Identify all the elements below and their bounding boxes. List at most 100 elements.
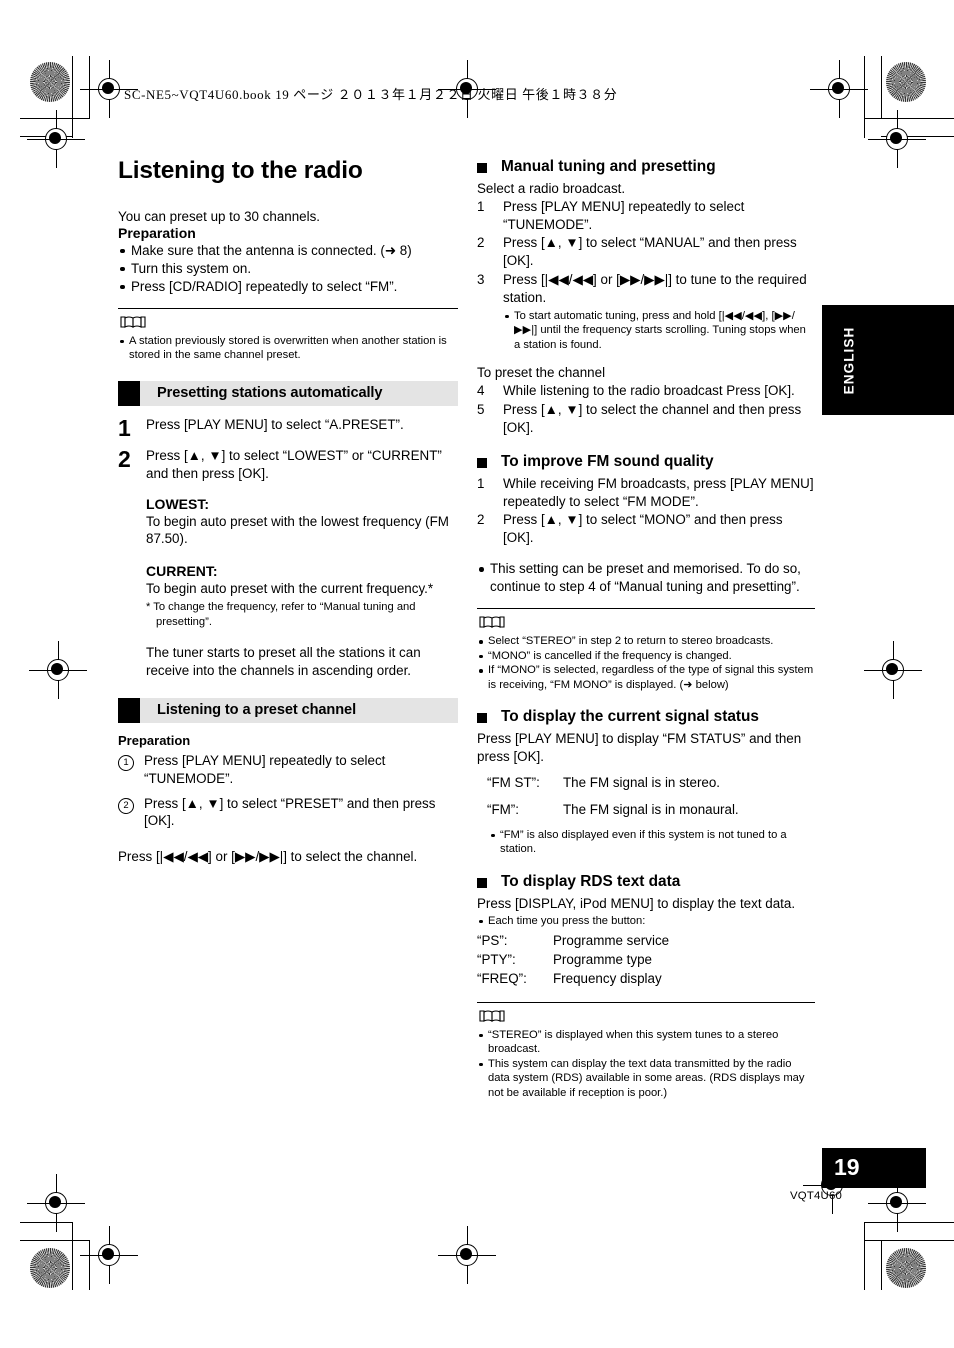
crop-mark bbox=[20, 1222, 73, 1223]
preparation-heading-2: Preparation bbox=[118, 732, 191, 748]
color-registration-starburst-top-left bbox=[30, 62, 70, 102]
note-book-icon bbox=[120, 316, 146, 328]
heading-text: To display RDS text data bbox=[501, 872, 681, 890]
crop-mark bbox=[864, 118, 954, 119]
preparation-list: Make sure that the antenna is connected.… bbox=[118, 242, 458, 296]
step-number: 1 bbox=[477, 198, 485, 214]
step-2: 2 Press [▲, ▼] to select “LOWEST” or “CU… bbox=[118, 447, 458, 484]
step-text: Press [PLAY MENU] to select “A.PRESET”. bbox=[146, 416, 404, 432]
note-list-1: A station previously stored is overwritt… bbox=[118, 334, 458, 363]
step-text: Press [▲, ▼] to select the channel and t… bbox=[503, 402, 802, 435]
crop-mark bbox=[864, 1240, 954, 1241]
definition-value: The FM signal is in stereo. bbox=[563, 774, 721, 790]
current-text: To begin auto preset with the current fr… bbox=[146, 581, 434, 597]
step-text: Press [▲, ▼] to select “MONO” and then p… bbox=[503, 512, 783, 546]
step-text: While receiving FM broadcasts, press [PL… bbox=[503, 475, 814, 509]
current-footnote: * To change the frequency, refer to “Man… bbox=[146, 601, 416, 628]
heading-improve-fm: To improve FM sound quality bbox=[477, 453, 815, 471]
preset-mode-definitions: LOWEST: To begin auto preset with the lo… bbox=[118, 496, 458, 680]
definition-row: “FREQ”: Frequency display bbox=[477, 970, 815, 988]
color-registration-starburst-bottom-left bbox=[30, 1248, 70, 1288]
lowest-text: To begin auto preset with the lowest fre… bbox=[146, 513, 449, 547]
divider bbox=[477, 1001, 815, 1003]
list-item: “STEREO” is displayed when this system t… bbox=[477, 1028, 815, 1057]
section-title: Listening to a preset channel bbox=[157, 702, 357, 719]
registration-mark-bottom-left bbox=[27, 1174, 85, 1232]
manual-step-3: 3 Press [|◀◀/◀◀] or [▶▶/▶▶|] to tune to … bbox=[477, 271, 815, 307]
manual-step3-notes: To start automatic tuning, press and hol… bbox=[503, 309, 815, 353]
list-item: “MONO” is cancelled if the frequency is … bbox=[477, 649, 815, 664]
current-label: CURRENT: bbox=[146, 563, 218, 580]
note-book-icon bbox=[479, 616, 505, 628]
page-number: 19 bbox=[834, 1154, 860, 1180]
crop-mark bbox=[864, 56, 865, 138]
step-text: Press [▲, ▼] to select “LOWEST” or “CURR… bbox=[146, 447, 442, 482]
registration-mark-top-left bbox=[27, 110, 85, 168]
crop-mark bbox=[20, 1240, 90, 1241]
definition-row: “PTY”: Programme type bbox=[477, 951, 815, 969]
crop-mark bbox=[881, 1240, 882, 1290]
step-text: Press [PLAY MENU] repeatedly to select “… bbox=[503, 198, 745, 232]
heading-text: Manual tuning and presetting bbox=[501, 158, 716, 175]
registration-mark-mid-right bbox=[864, 641, 922, 699]
definition-value: The FM signal is in monaural. bbox=[563, 801, 739, 817]
definition-value: Programme type bbox=[553, 951, 652, 967]
registration-mark-footer-center bbox=[438, 1226, 496, 1284]
crop-mark bbox=[864, 1222, 954, 1223]
list-item: Turn this system on. bbox=[118, 260, 458, 278]
crop-mark bbox=[89, 56, 90, 119]
step-number: 4 bbox=[477, 383, 485, 399]
list-item: This setting can be preset and memorised… bbox=[477, 560, 815, 596]
language-tab-label: ENGLISH bbox=[841, 326, 857, 395]
step-text: Press [▲, ▼] to select “PRESET” and then… bbox=[144, 795, 436, 829]
definition-key: “PS”: bbox=[477, 933, 508, 949]
page-title: Listening to the radio bbox=[118, 157, 363, 184]
step-number: 1 bbox=[477, 475, 485, 491]
signal-status-lead: Press [PLAY MENU] to display “FM STATUS”… bbox=[477, 731, 802, 765]
fm-quality-note-list: Select “STEREO” in step 2 to return to s… bbox=[477, 634, 815, 692]
step-text: Press [▲, ▼] to select “MANUAL” and then… bbox=[503, 235, 797, 269]
definition-key: “PTY”: bbox=[477, 951, 516, 967]
definition-row: “PS”: Programme service bbox=[477, 932, 815, 950]
fm-step-2: 2 Press [▲, ▼] to select “MONO” and then… bbox=[477, 511, 815, 547]
heading-text: To display the current signal status bbox=[501, 708, 759, 726]
registration-mark-header-left bbox=[80, 60, 138, 118]
step-text: While listening to the radio broadcast P… bbox=[503, 383, 795, 399]
registration-mark-mid-left bbox=[29, 641, 87, 699]
definition-value: Programme service bbox=[553, 933, 670, 949]
step-number: 1 bbox=[118, 752, 144, 788]
manual-step-2: 2 Press [▲, ▼] to select “MANUAL” and th… bbox=[477, 234, 815, 270]
definition-row: “FM”: The FM signal is in monaural. bbox=[477, 801, 815, 819]
list-item: Each time you press the button: bbox=[477, 914, 815, 929]
circled-step-2: 2 Press [▲, ▼] to select “PRESET” and th… bbox=[118, 795, 458, 831]
crop-mark bbox=[20, 118, 90, 119]
divider bbox=[118, 307, 458, 309]
manual-step-1: 1 Press [PLAY MENU] repeatedly to select… bbox=[477, 198, 815, 234]
crop-mark bbox=[881, 56, 882, 119]
list-item: Select “STEREO” in step 2 to return to s… bbox=[477, 634, 815, 649]
language-tab: ENGLISH bbox=[822, 305, 954, 415]
manual-step-5: 5 Press [▲, ▼] to select the channel and… bbox=[477, 401, 815, 437]
list-item: This system can display the text data tr… bbox=[477, 1057, 815, 1101]
list-item: Press [CD/RADIO] repeatedly to select “F… bbox=[118, 278, 458, 296]
book-file-header: SC-NE5~VQT4U60.book 19 ページ ２０１３年１月２２日 火曜… bbox=[124, 87, 618, 102]
preset-channel-lead: To preset the channel bbox=[477, 365, 606, 381]
circled-step-1: 1 Press [PLAY MENU] repeatedly to select… bbox=[118, 752, 458, 788]
step-text: Press [|◀◀/◀◀] or [▶▶/▶▶|] to tune to th… bbox=[503, 272, 807, 305]
step-number: 3 bbox=[477, 272, 485, 288]
definition-key: “FM ST”: bbox=[487, 774, 540, 790]
heading-manual-tuning: Manual tuning and presetting bbox=[477, 158, 815, 176]
heading-text: To improve FM sound quality bbox=[501, 452, 714, 470]
list-item: “FM” is also displayed even if this syst… bbox=[489, 828, 815, 857]
section2-closing: Press [|◀◀/◀◀] or [▶▶/▶▶|] to select the… bbox=[118, 849, 418, 865]
section1-closing: The tuner starts to preset all the stati… bbox=[146, 645, 421, 679]
step-1: 1 Press [PLAY MENU] to select “A.PRESET”… bbox=[118, 416, 458, 440]
rds-bullets: Each time you press the button: bbox=[477, 914, 815, 929]
definition-key: “FM”: bbox=[487, 801, 519, 817]
step-number: 2 bbox=[477, 235, 485, 251]
intro-text: You can preset up to 30 channels. bbox=[118, 208, 321, 224]
definition-value: Frequency display bbox=[553, 970, 662, 986]
step-number: 5 bbox=[477, 402, 485, 418]
section-marker bbox=[118, 697, 140, 723]
rds-note-list: “STEREO” is displayed when this system t… bbox=[477, 1028, 815, 1101]
